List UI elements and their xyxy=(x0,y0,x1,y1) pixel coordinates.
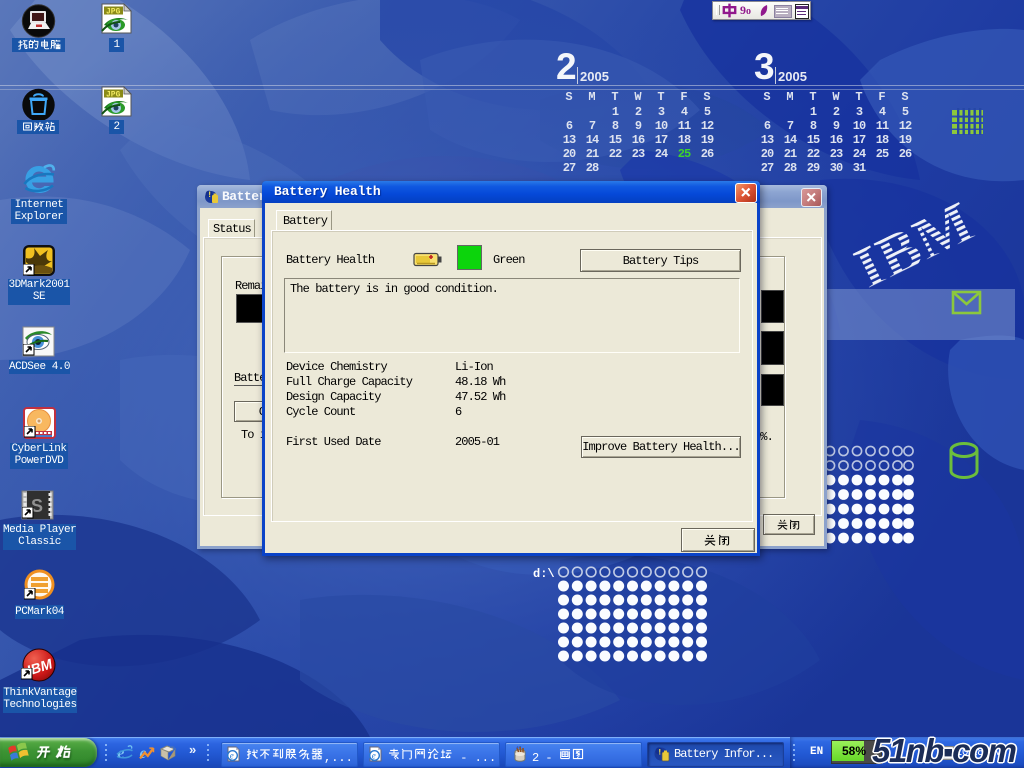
svg-text:e: e xyxy=(230,751,234,761)
svg-text:!: ! xyxy=(207,191,212,200)
svg-text:JPG: JPG xyxy=(106,91,121,100)
svg-text:e: e xyxy=(372,751,376,761)
svg-text:JPG: JPG xyxy=(106,8,121,17)
svg-text:d:\: d:\ xyxy=(533,567,555,581)
svg-text:!: ! xyxy=(657,748,662,757)
